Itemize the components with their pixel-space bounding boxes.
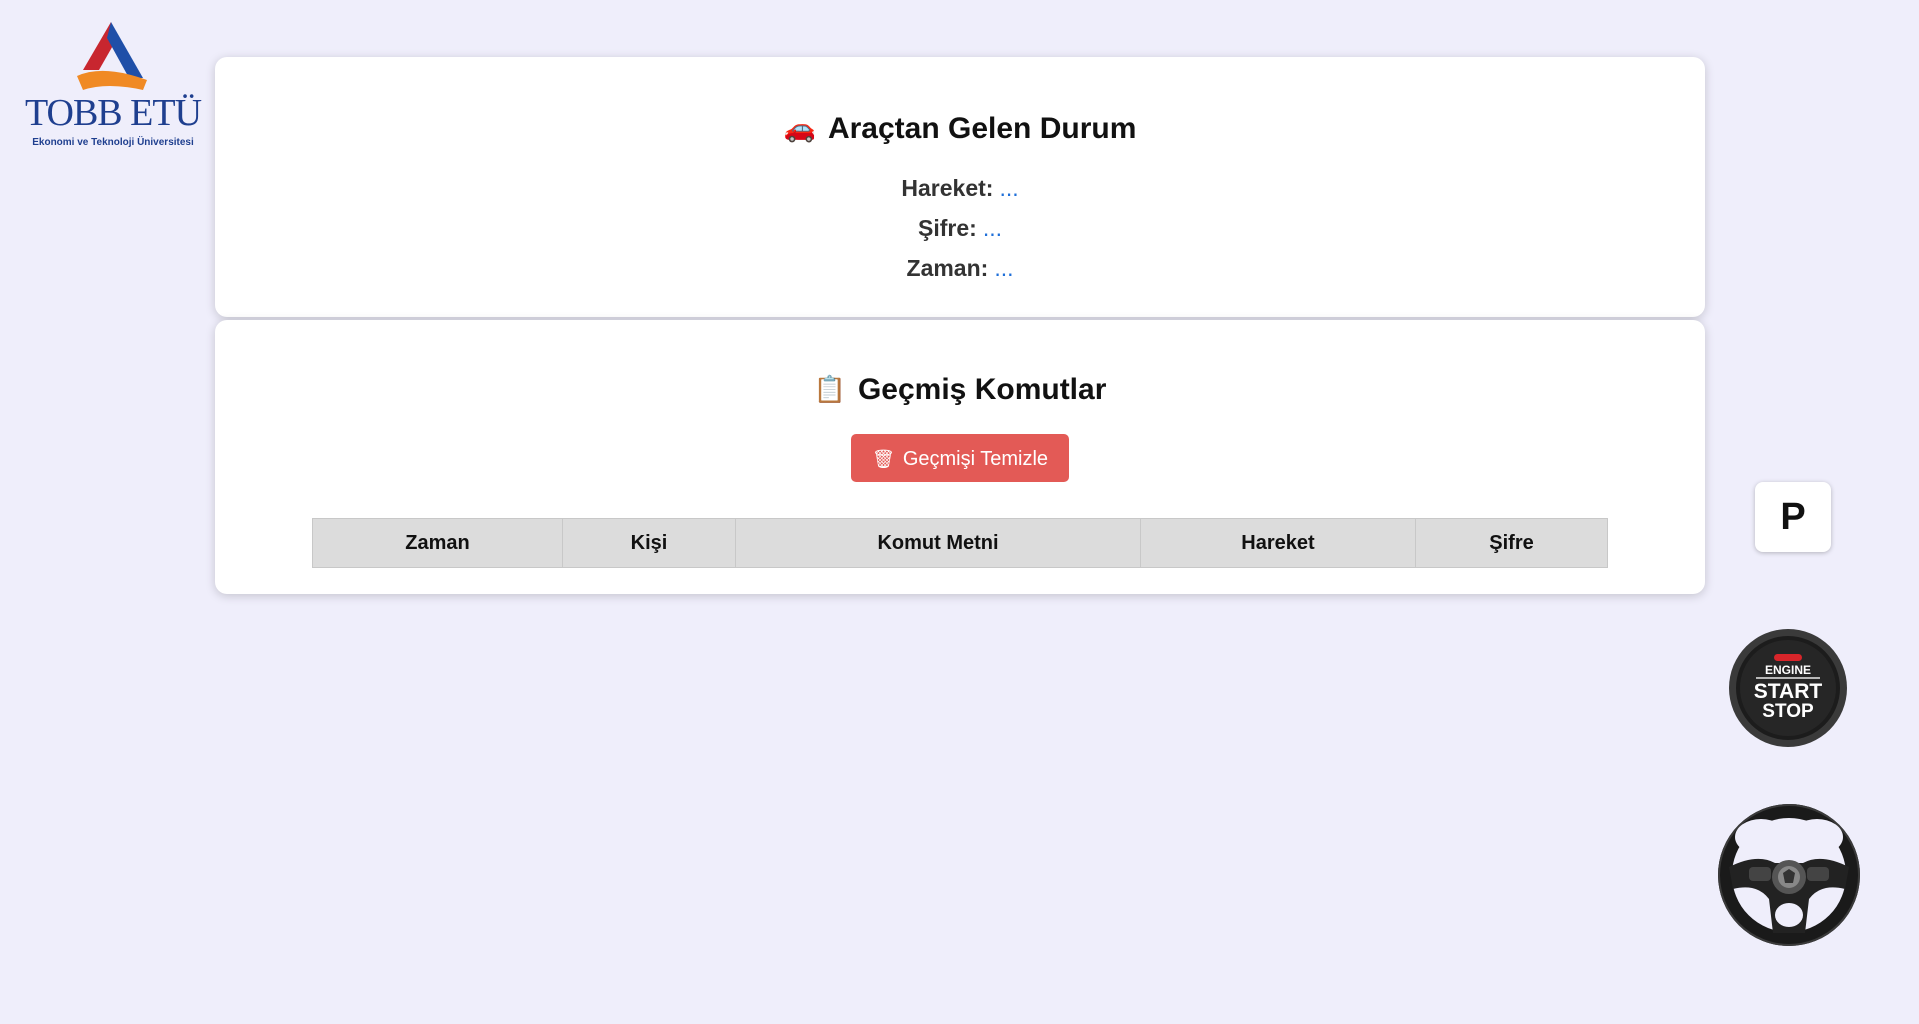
status-value: ... <box>994 255 1014 281</box>
status-lines: Hareket:... Şifre:... Zaman:... <box>215 168 1705 288</box>
table-header-row: Zaman Kişi Komut Metni Hareket Şifre <box>312 518 1608 568</box>
column-header-sifre[interactable]: Şifre <box>1415 518 1608 568</box>
history-card-title: 📋 Geçmiş Komutlar <box>813 373 1107 406</box>
status-value: ... <box>999 175 1019 201</box>
clipboard-icon: 📋 <box>813 374 846 404</box>
status-label: Hareket: <box>901 175 994 201</box>
engine-start-stop-icon: ENGINE START STOP <box>1729 629 1847 747</box>
vehicle-status-card: 🚗 Araçtan Gelen Durum Hareket:... Şifre:.… <box>215 57 1705 317</box>
page: TOBB ETÜ Ekonomi ve Teknoloji Üniversite… <box>0 0 1919 1024</box>
command-history-card: 📋 Geçmiş Komutlar 🗑 Geçmişi Temizle Zaman … <box>215 320 1705 594</box>
clear-history-button[interactable]: 🗑 Geçmişi Temizle <box>851 434 1069 482</box>
column-header-zaman[interactable]: Zaman <box>312 518 563 568</box>
column-header-komut-metni[interactable]: Komut Metni <box>735 518 1141 568</box>
start-label: START <box>1754 680 1823 703</box>
status-card-title: 🚗 Araçtan Gelen Durum <box>783 112 1137 145</box>
park-button[interactable]: P <box>1755 482 1831 552</box>
logo-subtitle: Ekonomi ve Teknoloji Üniversitesi <box>32 137 194 148</box>
logo-mark-icon <box>77 22 147 90</box>
status-label: Zaman: <box>906 255 989 281</box>
status-line-zaman: Zaman:... <box>215 248 1705 288</box>
column-header-hareket[interactable]: Hareket <box>1140 518 1416 568</box>
engine-start-stop-button[interactable]: ENGINE START STOP <box>1728 628 1848 748</box>
status-line-hareket: Hareket:... <box>215 168 1705 208</box>
car-icon: 🚗 <box>783 113 816 143</box>
engine-label: ENGINE <box>1765 663 1811 677</box>
status-value: ... <box>982 215 1002 241</box>
steering-wheel-icon <box>1718 804 1860 946</box>
logo-title: TOBB ETÜ <box>24 92 202 134</box>
status-label: Şifre: <box>918 215 977 241</box>
trash-icon: 🗑 <box>871 449 895 469</box>
command-history-table: Zaman Kişi Komut Metni Hareket Şifre <box>312 518 1608 568</box>
status-line-sifre: Şifre:... <box>215 208 1705 248</box>
steering-wheel[interactable] <box>1717 803 1861 947</box>
clear-history-label: Geçmişi Temizle <box>902 448 1049 470</box>
column-header-kisi[interactable]: Kişi <box>562 518 736 568</box>
stop-label: STOP <box>1762 701 1814 722</box>
tobb-etu-logo[interactable]: TOBB ETÜ Ekonomi ve Teknoloji Üniversite… <box>22 20 204 160</box>
